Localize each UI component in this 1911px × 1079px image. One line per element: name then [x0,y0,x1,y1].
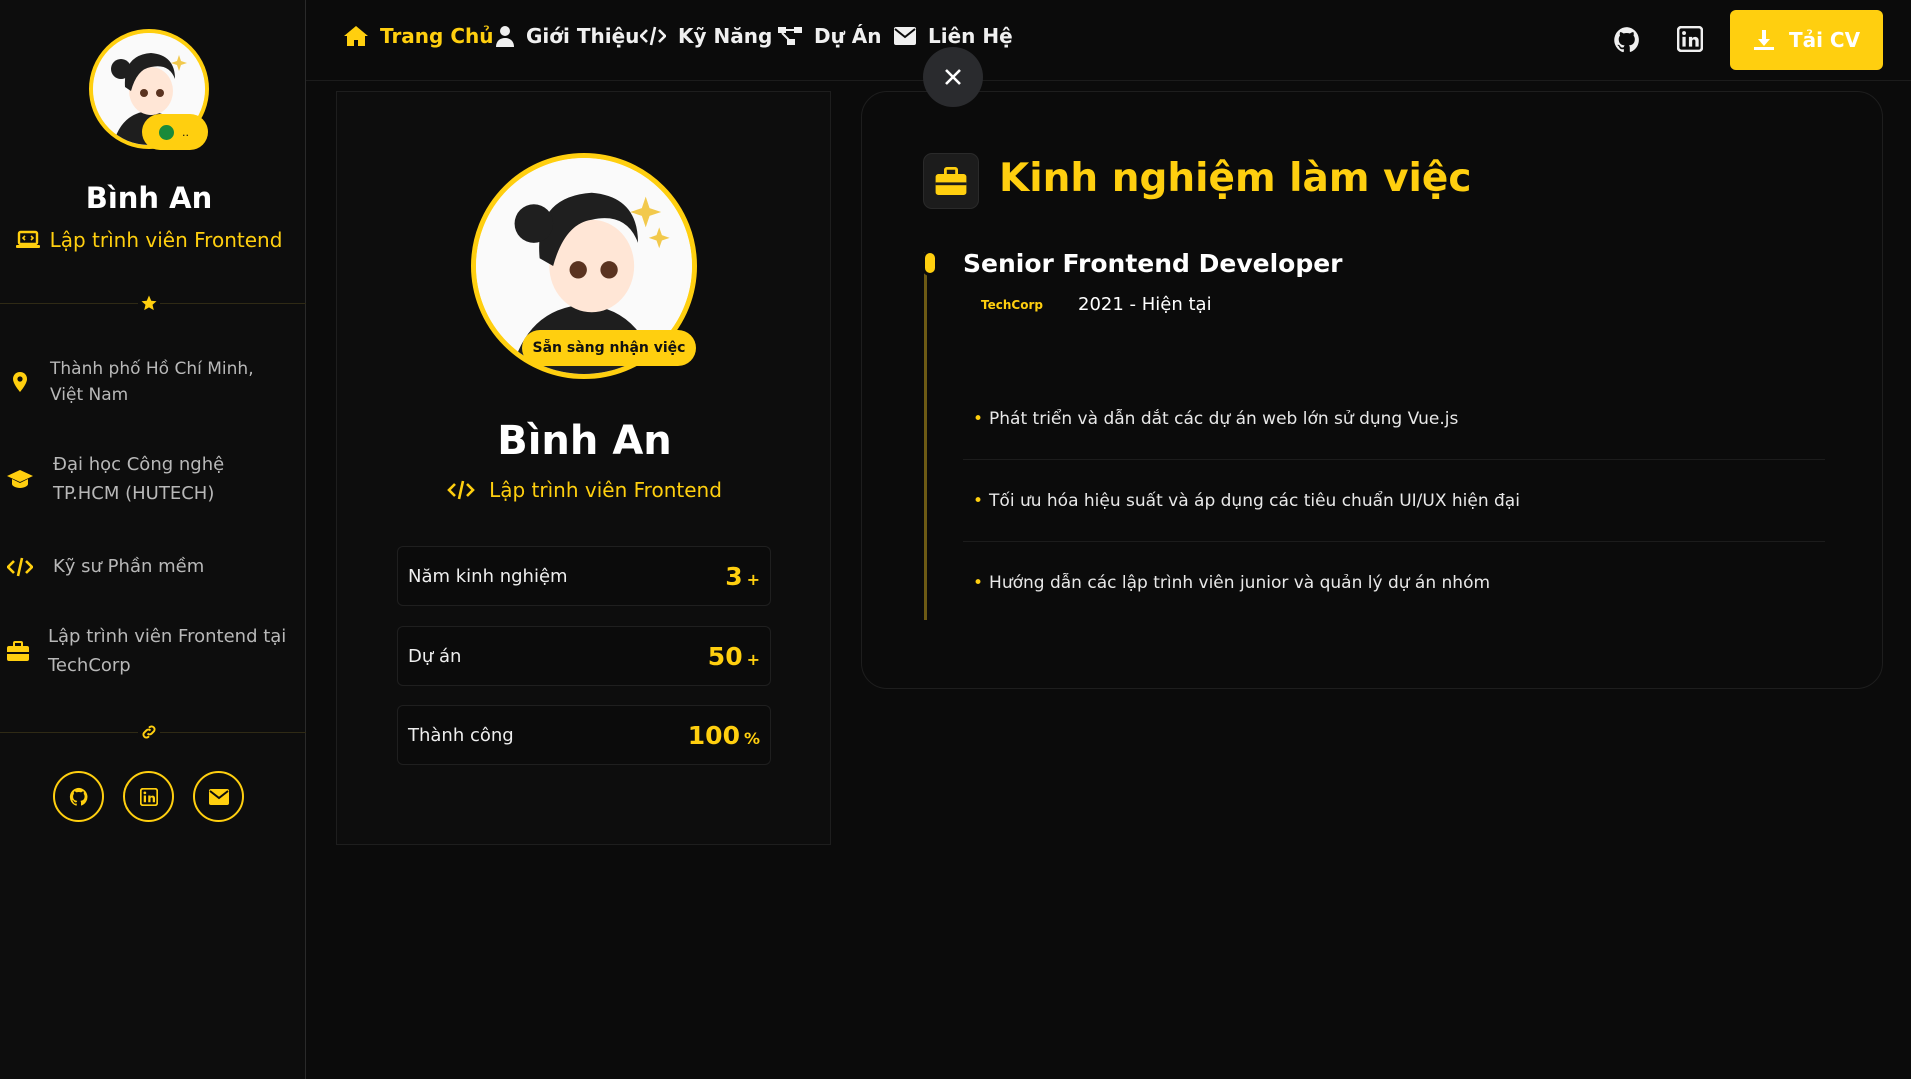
experience-title: Kinh nghiệm làm việc [999,156,1472,201]
stat-success: Thành công 100% [397,705,771,765]
stat-label: Năm kinh nghiệm [408,565,568,587]
profile-card: Sẵn sàng nhận việc Bình An Lập trình viê… [336,91,831,845]
top-navigation: Trang Chủ Giới Thiệu Kỹ Năng Dự Án Liên … [306,0,1911,81]
info-location-text: Thành phố Hồ Chí Minh, Việt Nam [50,359,254,405]
info-work: Lập trình viên Frontend tại TechCorp [0,622,300,680]
download-cv-button[interactable]: Tải CV [1730,10,1883,70]
bullet-dot: • [973,573,984,593]
laptop-code-icon [15,230,40,248]
profile-role-text: Lập trình viên Frontend [489,478,722,502]
stat-experience: Năm kinh nghiệm 3 + [397,546,771,606]
code-icon [447,480,475,500]
nav-item-home[interactable]: Trang Chủ [344,24,493,48]
timeline-dot [922,250,938,276]
info-location: Thành phố Hồ Chí Minh, Việt Nam [0,356,300,408]
stat-suffix: + [746,569,760,589]
nav-item-label: Liên Hệ [928,24,1013,48]
available-badge: Sẵn sàng nhận việc [522,330,696,366]
info-education-text: Đại học Công nghệ TP.HCM (HUTECH) [53,454,225,504]
experience-panel: Kinh nghiệm làm việc Senior Frontend Dev… [861,91,1883,689]
sidebar-role: Lập trình viên Frontend [0,228,298,252]
job-bullet: • Hướng dẫn các lập trình viên junior và… [963,542,1825,624]
stat-suffix: + [746,649,760,669]
job-bullet: • Phát triển và dẫn dắt các dự án web lớ… [963,378,1825,460]
github-link[interactable] [53,771,104,822]
stat-suffix: % [743,728,760,748]
close-icon [945,69,961,85]
job-bullet: • Tối ưu hóa hiệu suất và áp dụng các ti… [963,460,1825,542]
nav-item-label: Trang Chủ [380,24,494,48]
link-icon [138,721,160,743]
stat-value: 50 [707,641,743,671]
nav-github-button[interactable] [1613,26,1641,58]
email-link[interactable] [193,771,244,822]
sidebar: .. Bình An Lập trình viên Frontend Thành… [0,0,306,1079]
code-icon [0,557,40,577]
stat-value: 3 [725,561,743,591]
linkedin-link[interactable] [123,771,174,822]
download-icon [1753,30,1774,50]
profile-role: Lập trình viên Frontend [337,478,832,502]
briefcase-icon [923,153,979,209]
download-cv-label: Tải CV [1788,28,1861,52]
graduation-cap-icon [0,469,40,489]
social-links [53,771,244,822]
bullet-text: Hướng dẫn các lập trình viên junior và q… [989,573,1491,593]
bullet-dot: • [973,490,984,511]
briefcase-icon [0,641,36,661]
profile-name: Bình An [497,418,672,464]
nav-item-label: Kỹ Năng [678,24,773,48]
envelope-icon [894,27,916,45]
info-degree-text: Kỹ sư Phần mềm [53,556,205,577]
stat-label: Thành công [408,724,514,746]
nav-item-label: Giới Thiệu [526,24,640,48]
nav-linkedin-button[interactable] [1676,25,1704,56]
stat-projects: Dự án 50 + [397,626,771,686]
nav-item-about[interactable]: Giới Thiệu [496,24,639,48]
bullet-text: Tối ưu hóa hiệu suất và áp dụng các tiêu… [989,490,1520,511]
nav-item-contact[interactable]: Liên Hệ [894,24,1013,48]
sidebar-role-text: Lập trình viên Frontend [49,228,283,252]
project-diagram-icon [778,27,802,45]
linkedin-icon [1676,25,1704,53]
sidebar-name: Bình An [85,181,213,215]
job-title: Senior Frontend Developer [963,249,1343,278]
envelope-icon [208,788,229,805]
github-icon [1614,27,1639,53]
star-icon [138,292,160,314]
nav-item-projects[interactable]: Dự Án [778,24,882,48]
status-badge: .. [142,114,208,150]
home-icon [344,26,368,46]
info-degree: Kỹ sư Phần mềm [0,552,300,581]
job-company: TechCorp [981,298,1043,312]
nav-item-label: Dự Án [814,24,882,48]
close-button[interactable] [923,47,983,107]
status-text: .. [182,125,189,139]
stat-value: 100 [687,720,740,750]
info-education: Đại học Công nghệ TP.HCM (HUTECH) [0,450,300,508]
online-indicator [159,124,174,140]
job-period: 2021 - Hiện tại [1078,294,1212,315]
info-work-text: Lập trình viên Frontend tại TechCorp [48,626,287,676]
timeline-line [924,252,927,620]
github-icon [69,787,87,806]
stat-label: Dự án [408,645,462,667]
code-icon [640,26,666,46]
location-pin-icon [0,372,40,392]
nav-item-skills[interactable]: Kỹ Năng [640,24,772,48]
linkedin-icon [139,787,158,806]
user-icon [496,26,514,47]
bullet-text: Phát triển và dẫn dắt các dự án web lớn … [989,408,1459,429]
bullet-dot: • [973,408,984,429]
